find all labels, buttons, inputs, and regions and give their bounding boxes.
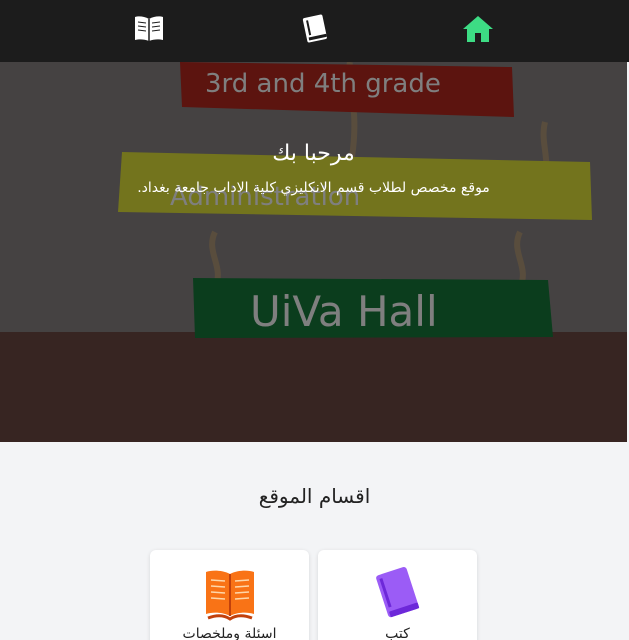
top-navbar — [0, 0, 629, 62]
sections-title: اقسام الموقع — [258, 484, 371, 508]
open-book-icon[interactable] — [132, 13, 166, 45]
home-icon[interactable] — [461, 13, 495, 45]
hero-banner: 3rd and 4th grade Administration UiVa Ha… — [0, 62, 627, 442]
purple-book-icon — [370, 566, 426, 626]
hero-dark-overlay — [0, 62, 627, 442]
questions-summaries-card-label: اسئلة وملخصات — [182, 626, 277, 640]
questions-summaries-card[interactable]: اسئلة وملخصات — [150, 550, 309, 640]
orange-open-book-icon — [202, 566, 258, 626]
hero-title: مرحبا بك — [272, 141, 355, 166]
books-card[interactable]: كتب — [318, 550, 477, 640]
books-card-label: كتب — [385, 626, 410, 640]
hero-subtitle: موقع مخصص لطلاب قسم الانكليزي كلية الادا… — [137, 180, 490, 196]
book-icon[interactable] — [298, 13, 332, 45]
